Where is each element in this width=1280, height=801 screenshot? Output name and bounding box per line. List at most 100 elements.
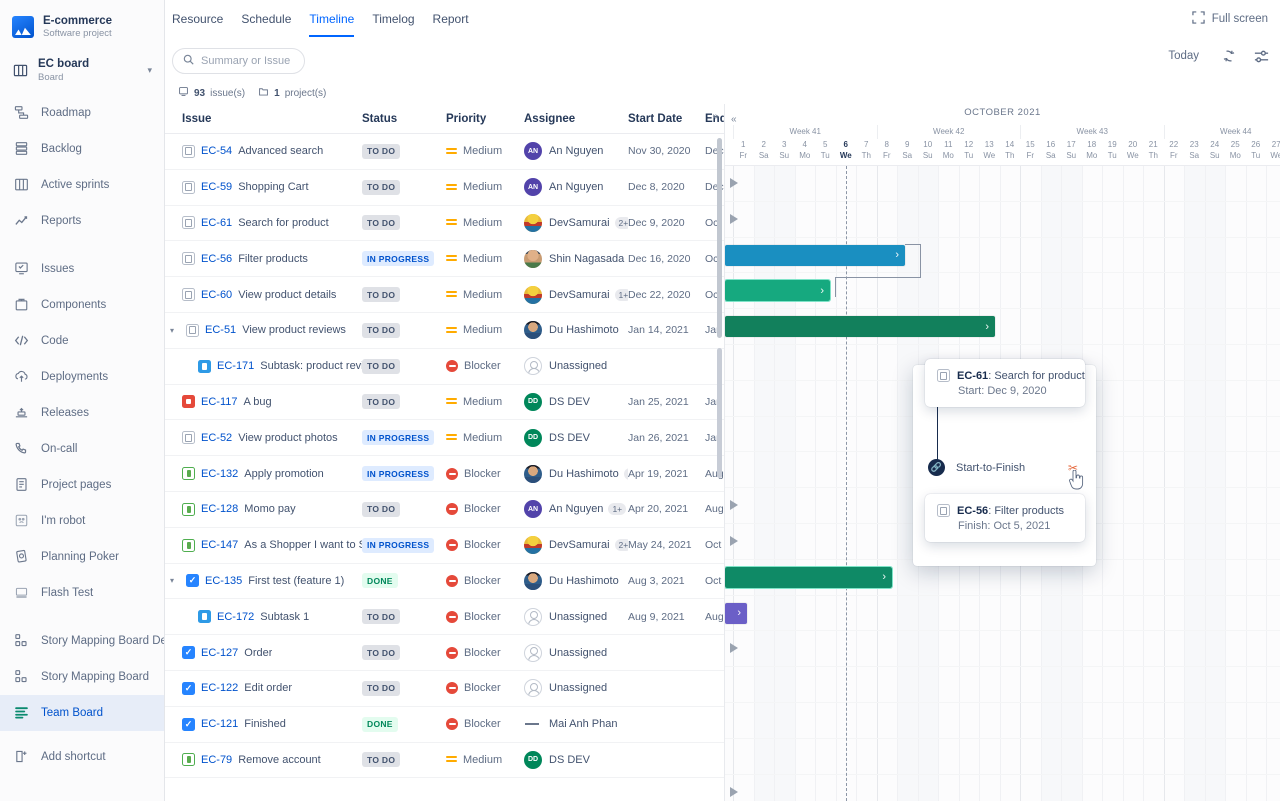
status-cell[interactable]: IN PROGRESS [362,430,446,446]
issue-key[interactable]: EC-52 [201,432,232,444]
dependency-target-card[interactable]: EC-56: Filter products Finish: Oct 5, 202… [925,494,1085,542]
priority-cell[interactable]: Blocker [446,610,524,623]
gantt-bar[interactable]: › [725,602,747,624]
dependency-link-row[interactable]: 🔗 Start-to-Finish [928,459,1025,476]
column-header-issue[interactable]: Issue [165,113,362,125]
issue-cell[interactable]: EC-171 Subtask: product review [165,359,362,373]
sidebar-item-on-call[interactable]: On-call [0,431,164,467]
start-date-cell[interactable]: Aug 3, 2021 [628,575,705,587]
board-selector[interactable]: EC board Board ▾ [0,48,164,92]
priority-cell[interactable]: Blocker [446,467,524,480]
status-cell[interactable]: TO DO [362,645,446,661]
status-cell[interactable]: TO DO [362,358,446,374]
table-row[interactable]: ▾ EC-135 First test (feature 1) DONE Blocker… [165,563,724,600]
gantt-bar[interactable]: › [725,565,893,589]
issue-cell[interactable]: ▾ EC-51 View product reviews [165,323,362,337]
fullscreen-button[interactable]: Full screen [1192,11,1268,27]
end-date-cell[interactable]: Aug 9, 20 [705,611,724,623]
assignee-cell[interactable]: Unassigned [524,357,628,376]
search-input[interactable] [201,55,294,67]
issue-key[interactable]: EC-122 [201,682,238,694]
sidebar-item-code[interactable]: Code [0,323,164,359]
today-button[interactable]: Today [1162,47,1205,65]
assignee-cell[interactable]: Shin Nagasada1 [524,249,628,268]
scroll-to-bar-marker[interactable] [730,786,738,797]
priority-cell[interactable]: Blocker [446,360,524,373]
assignee-cell[interactable]: DevSamurai 2+ [524,536,628,555]
status-cell[interactable]: IN PROGRESS [362,537,446,553]
dependency-source-card[interactable]: EC-61: Search for product Start: Dec 9, 2… [925,359,1085,407]
gantt-bar[interactable]: › [725,279,831,303]
status-cell[interactable]: IN PROGRESS [362,466,446,482]
issue-key[interactable]: EC-127 [201,647,238,659]
priority-cell[interactable]: Medium [446,181,524,193]
start-date-cell[interactable]: Apr 19, 2021 [628,468,705,480]
issue-key[interactable]: EC-135 [205,575,242,587]
assignee-cell[interactable]: Unassigned [524,643,628,662]
priority-cell[interactable]: Blocker [446,539,524,552]
gantt-bar[interactable]: › [725,244,905,266]
priority-cell[interactable]: Medium [446,253,524,265]
table-row[interactable]: EC-54 Advanced search TO DO Medium AN An Nguy… [165,134,724,170]
issue-cell[interactable]: EC-132 Apply promotion [165,467,362,481]
assignee-cell[interactable]: DD DS DEV [524,392,628,411]
table-row[interactable]: EC-79 Remove account TO DO Medium DD DS DEV [165,742,724,779]
priority-cell[interactable]: Blocker [446,503,524,516]
table-row[interactable]: EC-60 View product details TO DO Medium DevS… [165,277,724,313]
start-date-cell[interactable]: May 24, 2021 [628,539,705,551]
table-row[interactable]: EC-121 Finished DONE Blocker Mai Anh Phan [165,706,724,743]
sidebar-item-story-mapping-board-dev[interactable]: Story Mapping Board Dev [0,623,164,659]
issue-key[interactable]: EC-117 [201,396,237,408]
end-date-cell[interactable]: Aug 6, 20 [705,503,724,515]
assignee-cell[interactable]: Unassigned [524,607,628,626]
assignee-cell[interactable]: AN An Nguyen [524,142,628,161]
sidebar-item-planning-poker[interactable]: Planning Poker [0,539,164,575]
sidebar-item-reports[interactable]: Reports [0,203,164,239]
scroll-to-bar-marker[interactable] [730,178,738,188]
start-date-cell[interactable]: Jan 25, 2021 [628,396,705,408]
assignee-cell[interactable]: Unassigned [524,679,628,698]
table-row[interactable]: EC-61 Search for product TO DO Medium DevSam… [165,205,724,242]
scroll-to-bar-marker[interactable] [730,536,738,546]
assignee-cell[interactable]: DevSamurai 1+ [524,285,628,304]
start-date-cell[interactable]: Jan 14, 2021 [628,324,705,336]
issue-key[interactable]: EC-172 [217,611,254,623]
tab-resource[interactable]: Resource [172,12,223,37]
issue-cell[interactable]: EC-79 Remove account [165,753,362,767]
issue-cell[interactable]: EC-121 Finished [165,717,362,731]
issue-cell[interactable]: EC-127 Order [165,646,362,660]
start-date-cell[interactable]: Jan 26, 2021 [628,432,705,444]
status-cell[interactable]: TO DO [362,394,446,410]
table-row[interactable]: EC-117 A bug TO DO Medium DD DS DEV Jan 25, 20… [165,384,724,421]
priority-cell[interactable]: Medium [446,217,524,229]
table-row[interactable]: EC-56 Filter products IN PROGRESS Medium Shi… [165,241,724,278]
end-date-cell[interactable]: Oct 8, 20 [705,539,724,551]
priority-cell[interactable]: Blocker [446,646,524,659]
tab-timeline[interactable]: Timeline [309,12,355,37]
assignee-cell[interactable]: DevSamurai 2+ [524,213,628,232]
issue-key[interactable]: EC-79 [201,754,232,766]
assignee-cell[interactable]: Du Hashimoto [524,321,628,340]
status-cell[interactable]: TO DO [362,143,446,159]
grid-vertical-scrollbar-2[interactable] [717,348,722,478]
issue-cell[interactable]: EC-172 Subtask 1 [165,610,362,624]
issue-cell[interactable]: EC-59 Shopping Cart [165,180,362,194]
gantt-bar[interactable]: › [725,316,995,338]
issue-key[interactable]: EC-56 [201,253,232,265]
issue-cell[interactable]: EC-56 Filter products [165,252,362,266]
issue-cell[interactable]: EC-147 As a Shopper I want to Searc [165,538,362,552]
expand-caret-icon[interactable]: ▾ [170,326,180,335]
table-row[interactable]: EC-122 Edit order TO DO Blocker Unassigned [165,670,724,707]
status-cell[interactable]: IN PROGRESS [362,251,446,267]
table-row[interactable]: ▾ EC-51 View product reviews TO DO Medium Du … [165,312,724,349]
assignee-cell[interactable]: Mai Anh Phan [524,715,628,733]
sidebar-item-i-39-m-robot[interactable]: I'm robot [0,503,164,539]
issue-key[interactable]: EC-147 [201,539,238,551]
start-date-cell[interactable]: Dec 16, 2020 [628,253,705,265]
refresh-icon[interactable] [1221,48,1237,64]
scroll-to-bar-marker[interactable] [730,643,738,654]
status-cell[interactable]: TO DO [362,752,446,768]
start-date-cell[interactable]: Nov 30, 2020 [628,145,705,157]
assignee-cell[interactable]: DD DS DEV [524,428,628,447]
issue-cell[interactable]: ▾ EC-135 First test (feature 1) [165,574,362,588]
